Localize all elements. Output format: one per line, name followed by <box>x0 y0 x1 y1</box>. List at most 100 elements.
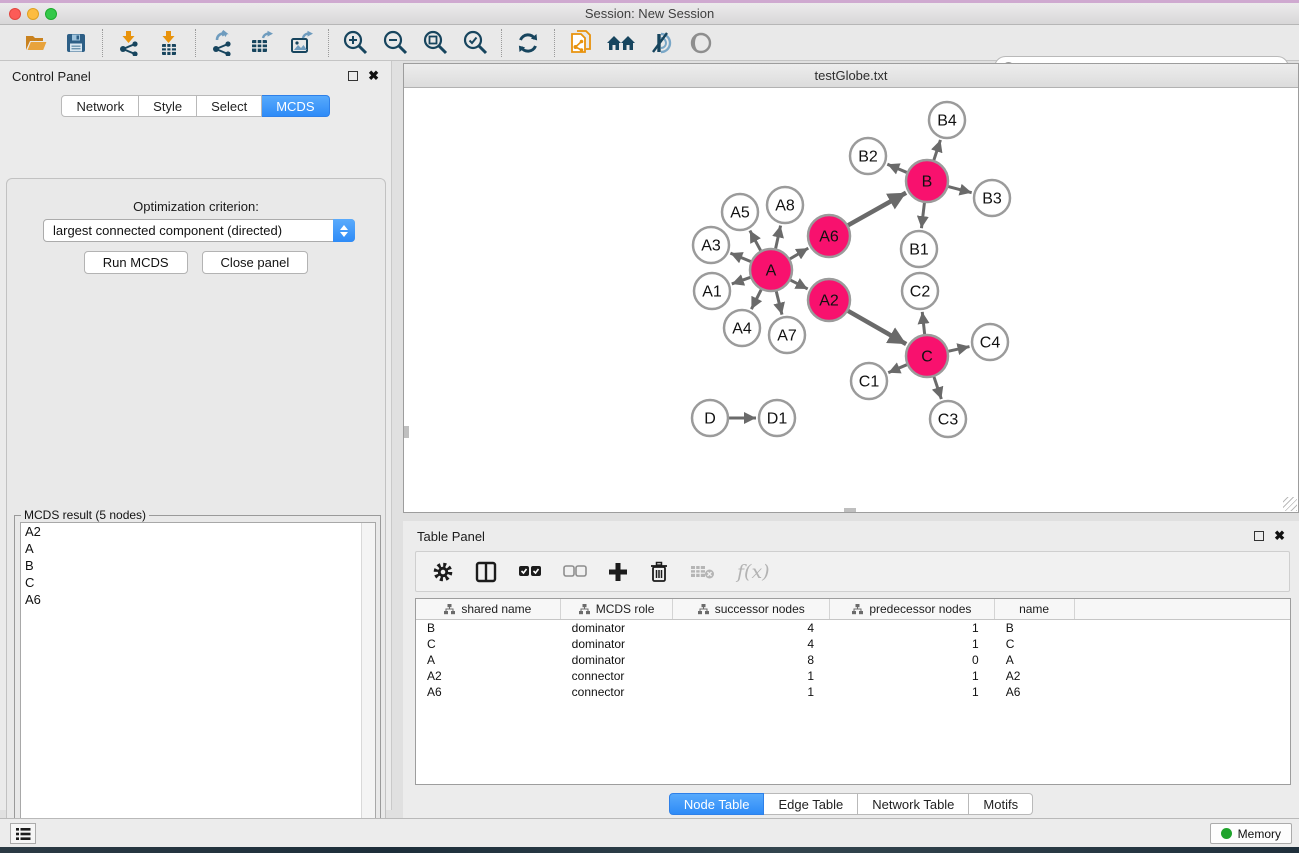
cell-MCDS-role[interactable]: dominator <box>561 652 674 668</box>
edge-B-B1[interactable] <box>921 202 924 228</box>
cell-successor-nodes[interactable]: 1 <box>673 684 830 700</box>
cell-MCDS-role[interactable]: dominator <box>561 620 674 636</box>
cell-predecessor-nodes[interactable]: 1 <box>830 684 995 700</box>
node-A8[interactable]: A8 <box>767 187 803 223</box>
tab-network-table[interactable]: Network Table <box>858 793 969 815</box>
network-window-titlebar[interactable]: testGlobe.txt <box>404 64 1298 88</box>
node-A3[interactable]: A3 <box>693 227 729 263</box>
float-panel-icon[interactable] <box>1254 531 1264 541</box>
cell-name[interactable]: A6 <box>995 684 1075 700</box>
list-scrollbar[interactable] <box>361 523 375 852</box>
node-A1[interactable]: A1 <box>694 273 730 309</box>
column-header-successor nodes[interactable]: successor nodes <box>673 599 830 619</box>
edge-B-B3[interactable] <box>947 186 971 192</box>
delete-column-button[interactable] <box>649 561 669 583</box>
node-C[interactable]: C <box>906 335 948 377</box>
result-list-item[interactable]: A <box>21 540 375 557</box>
node-A6[interactable]: A6 <box>808 215 850 257</box>
canvas-scroll-nub[interactable] <box>844 508 856 512</box>
zoom-out-button[interactable] <box>379 28 411 58</box>
function-builder-button[interactable]: f(x) <box>737 561 770 583</box>
open-session-button[interactable] <box>20 28 52 58</box>
edge-C-C3[interactable] <box>934 376 942 399</box>
tab-select[interactable]: Select <box>197 95 262 117</box>
node-A7[interactable]: A7 <box>769 317 805 353</box>
edge-A2-C[interactable] <box>847 310 906 344</box>
edge-A-A2[interactable] <box>790 280 808 289</box>
node-B3[interactable]: B3 <box>974 180 1010 216</box>
tab-motifs[interactable]: Motifs <box>969 793 1033 815</box>
node-C4[interactable]: C4 <box>972 324 1008 360</box>
memory-button[interactable]: Memory <box>1210 823 1292 844</box>
edge-A-A6[interactable] <box>789 248 808 259</box>
node-D[interactable]: D <box>692 400 728 436</box>
column-header-name[interactable]: name <box>995 599 1075 619</box>
node-A5[interactable]: A5 <box>722 194 758 230</box>
tab-style[interactable]: Style <box>139 95 197 117</box>
resize-handle-icon[interactable] <box>1283 497 1297 511</box>
zoom-fit-button[interactable] <box>419 28 451 58</box>
node-B[interactable]: B <box>906 160 948 202</box>
node-B2[interactable]: B2 <box>850 138 886 174</box>
minimize-traffic-light[interactable] <box>27 8 39 20</box>
task-history-button[interactable] <box>10 823 36 844</box>
edge-C-C4[interactable] <box>947 347 969 352</box>
node-C1[interactable]: C1 <box>851 363 887 399</box>
cell-[interactable] <box>1075 620 1290 636</box>
cell-name[interactable]: A <box>995 652 1075 668</box>
edge-A-A1[interactable] <box>732 277 751 284</box>
canvas-scroll-nub[interactable] <box>404 426 409 438</box>
show-columns-button[interactable] <box>475 561 497 583</box>
cell-predecessor-nodes[interactable]: 0 <box>830 652 995 668</box>
result-list-item[interactable]: A6 <box>21 591 375 608</box>
edge-A-A7[interactable] <box>776 290 782 314</box>
table-row[interactable]: A2connector11A2 <box>416 668 1290 684</box>
cell-successor-nodes[interactable]: 8 <box>673 652 830 668</box>
cell-predecessor-nodes[interactable]: 1 <box>830 636 995 652</box>
node-C2[interactable]: C2 <box>902 273 938 309</box>
cell-name[interactable]: B <box>995 620 1075 636</box>
select-all-button[interactable] <box>518 565 542 579</box>
export-table-button[interactable] <box>246 28 278 58</box>
zoom-in-button[interactable] <box>339 28 371 58</box>
export-image-button[interactable] <box>286 28 318 58</box>
close-traffic-light[interactable] <box>9 8 21 20</box>
node-D1[interactable]: D1 <box>759 400 795 436</box>
ndex-home-button[interactable] <box>605 28 637 58</box>
node-B4[interactable]: B4 <box>929 102 965 138</box>
network-canvas[interactable]: AA6A2BCA1A3A4A5A7A8B1B2B3B4C1C2C3C4DD1 <box>404 88 1298 512</box>
cell-[interactable] <box>1075 636 1290 652</box>
float-panel-icon[interactable] <box>348 71 358 81</box>
cell-shared-name[interactable]: B <box>416 620 561 636</box>
cell-[interactable] <box>1075 684 1290 700</box>
cell-successor-nodes[interactable]: 4 <box>673 620 830 636</box>
zoom-traffic-light[interactable] <box>45 8 57 20</box>
column-header-predecessor nodes[interactable]: predecessor nodes <box>830 599 995 619</box>
unselect-all-button[interactable] <box>563 565 587 579</box>
cell-[interactable] <box>1075 652 1290 668</box>
delete-table-button[interactable] <box>690 563 716 581</box>
column-header-shared name[interactable]: shared name <box>416 599 561 619</box>
cell-name[interactable]: C <box>995 636 1075 652</box>
column-header-MCDS role[interactable]: MCDS role <box>561 599 674 619</box>
edge-C-C2[interactable] <box>922 312 925 335</box>
node-A2[interactable]: A2 <box>808 279 850 321</box>
edge-C-C1[interactable] <box>888 364 907 372</box>
cell-predecessor-nodes[interactable]: 1 <box>830 668 995 684</box>
cell-shared-name[interactable]: A <box>416 652 561 668</box>
edge-B-B2[interactable] <box>887 164 907 173</box>
cell-[interactable] <box>1075 668 1290 684</box>
tab-network[interactable]: Network <box>61 95 139 117</box>
tab-mcds[interactable]: MCDS <box>262 95 329 117</box>
add-column-button[interactable] <box>608 562 628 582</box>
cell-predecessor-nodes[interactable]: 1 <box>830 620 995 636</box>
edge-B-B4[interactable] <box>934 140 941 161</box>
close-panel-icon[interactable]: ✖ <box>368 71 379 81</box>
cell-MCDS-role[interactable]: connector <box>561 684 674 700</box>
table-row[interactable]: Bdominator41B <box>416 620 1290 636</box>
close-panel-icon[interactable]: ✖ <box>1274 531 1285 541</box>
cell-MCDS-role[interactable]: connector <box>561 668 674 684</box>
result-list-item[interactable]: B <box>21 557 375 574</box>
edge-A-A4[interactable] <box>751 289 761 309</box>
edge-A6-B[interactable] <box>847 193 906 226</box>
